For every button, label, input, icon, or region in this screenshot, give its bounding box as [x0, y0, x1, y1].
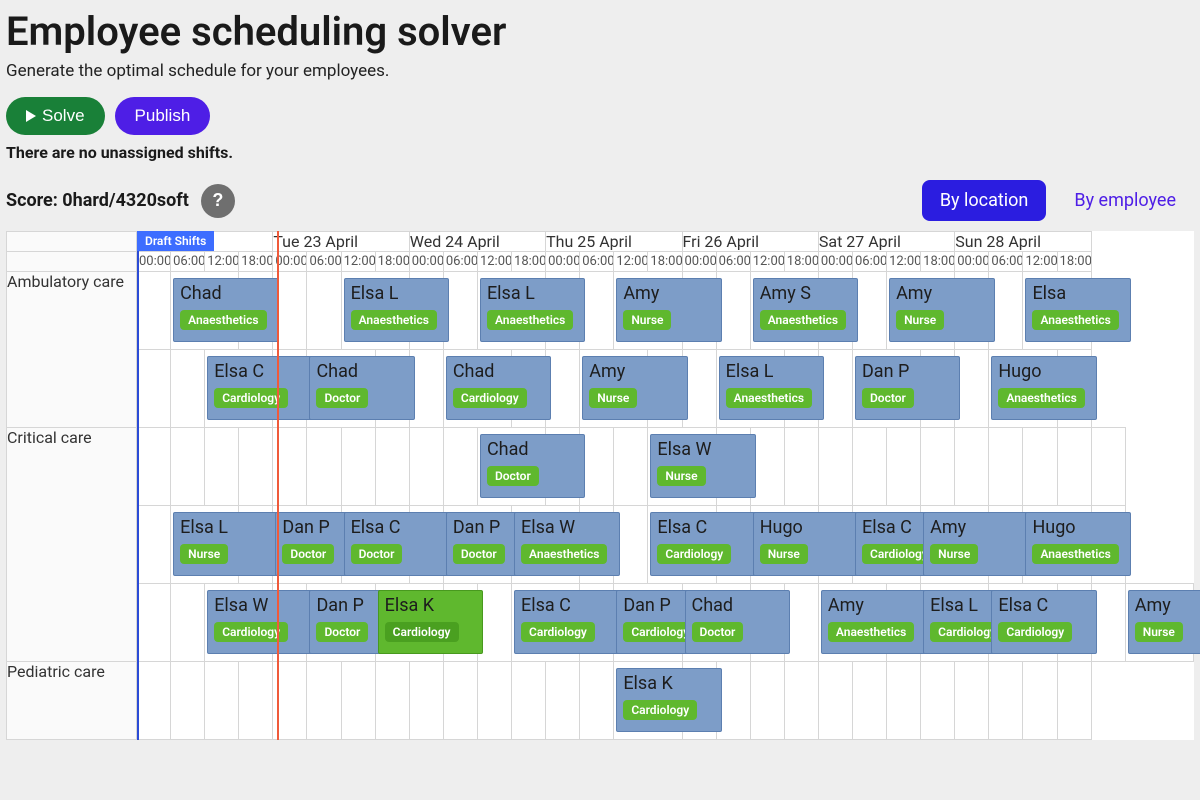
hour-header: 00:00 [273, 252, 307, 272]
shift-role-badge: Doctor [351, 544, 403, 564]
score-label: Score: 0hard/4320soft [6, 190, 189, 211]
shift-role-badge: Doctor [316, 388, 368, 408]
solve-button[interactable]: Solve [6, 97, 105, 135]
shift-role-badge: Nurse [589, 388, 637, 408]
hour-header: 18:00 [921, 252, 955, 272]
hour-header: 06:00 [852, 252, 886, 272]
hour-header: 00:00 [137, 252, 171, 272]
hour-header: 12:00 [887, 252, 921, 272]
location-row-header: Pediatric care [7, 662, 137, 740]
hour-header: 06:00 [716, 252, 750, 272]
shift-role-badge: Nurse [930, 544, 978, 564]
shift-role-badge: Nurse [623, 310, 671, 330]
shift-role-badge: Nurse [760, 544, 808, 564]
day-header: Wed 24 April [409, 232, 545, 252]
hour-header: 18:00 [784, 252, 818, 272]
shift-role-badge: Nurse [180, 544, 228, 564]
day-header: Thu 25 April [546, 232, 682, 252]
hour-header: 18:00 [648, 252, 682, 272]
hour-header: 12:00 [205, 252, 239, 272]
unassigned-message: There are no unassigned shifts. [6, 143, 1194, 162]
location-row-header: Ambulatory care [7, 272, 137, 428]
hour-header: 12:00 [614, 252, 648, 272]
day-header: Fri 26 April [682, 232, 818, 252]
score-help-button[interactable]: ? [201, 184, 235, 218]
shift-role-badge: Doctor [862, 388, 914, 408]
hour-header: 12:00 [1023, 252, 1057, 272]
day-header: Sun 28 April [955, 232, 1091, 252]
hour-header: 18:00 [375, 252, 409, 272]
shift-role-badge: Doctor [487, 466, 539, 486]
shift[interactable]: Amy Nurse [1128, 590, 1200, 654]
page-title: Employee scheduling solver [6, 8, 1194, 55]
solve-button-label: Solve [42, 106, 85, 126]
hour-header: 18:00 [1057, 252, 1091, 272]
hour-header: 18:00 [239, 252, 273, 272]
timeline: Draft Shifts AprilTue 23 AprilWed 24 Apr… [6, 231, 1194, 740]
play-icon [26, 110, 36, 122]
publish-button[interactable]: Publish [115, 97, 211, 135]
shift-role-badge: Anaesthetics [1032, 310, 1118, 330]
timeline-table: AprilTue 23 AprilWed 24 AprilThu 25 Apri… [6, 231, 1194, 740]
publish-button-label: Publish [135, 106, 191, 126]
page-subtitle: Generate the optimal schedule for your e… [6, 61, 1194, 81]
question-icon: ? [212, 190, 223, 211]
hour-header: 06:00 [171, 252, 205, 272]
hour-header: 12:00 [341, 252, 375, 272]
hour-header: 12:00 [477, 252, 511, 272]
shift-role-badge: Doctor [453, 544, 505, 564]
hour-header: 06:00 [443, 252, 477, 272]
shift-role-badge: Nurse [657, 466, 705, 486]
shift-role-badge: Nurse [896, 310, 944, 330]
hour-header: 00:00 [546, 252, 580, 272]
shift-role-badge: Nurse [1135, 622, 1183, 642]
day-header: Sat 27 April [818, 232, 954, 252]
shift-role-badge: Doctor [316, 622, 368, 642]
hour-header: 06:00 [580, 252, 614, 272]
tab-by-location[interactable]: By location [922, 180, 1047, 221]
hour-header: 06:00 [989, 252, 1023, 272]
hour-header: 00:00 [682, 252, 716, 272]
hour-header: 00:00 [955, 252, 989, 272]
day-header: Tue 23 April [273, 232, 409, 252]
shift-role-badge: Doctor [692, 622, 744, 642]
hour-header: 18:00 [512, 252, 546, 272]
hour-header: 00:00 [409, 252, 443, 272]
location-row-header: Critical care [7, 428, 137, 662]
hour-header: 06:00 [307, 252, 341, 272]
shift[interactable]: Elsa Anaesthetics [1025, 278, 1131, 342]
shift-role-badge: Doctor [282, 544, 334, 564]
draft-shifts-badge: Draft Shifts [137, 231, 214, 251]
shift-employee: Elsa [1032, 283, 1124, 304]
hour-header: 12:00 [750, 252, 784, 272]
hour-header: 00:00 [818, 252, 852, 272]
shift-employee: Amy [1135, 595, 1200, 616]
tab-by-employee[interactable]: By employee [1056, 180, 1194, 221]
